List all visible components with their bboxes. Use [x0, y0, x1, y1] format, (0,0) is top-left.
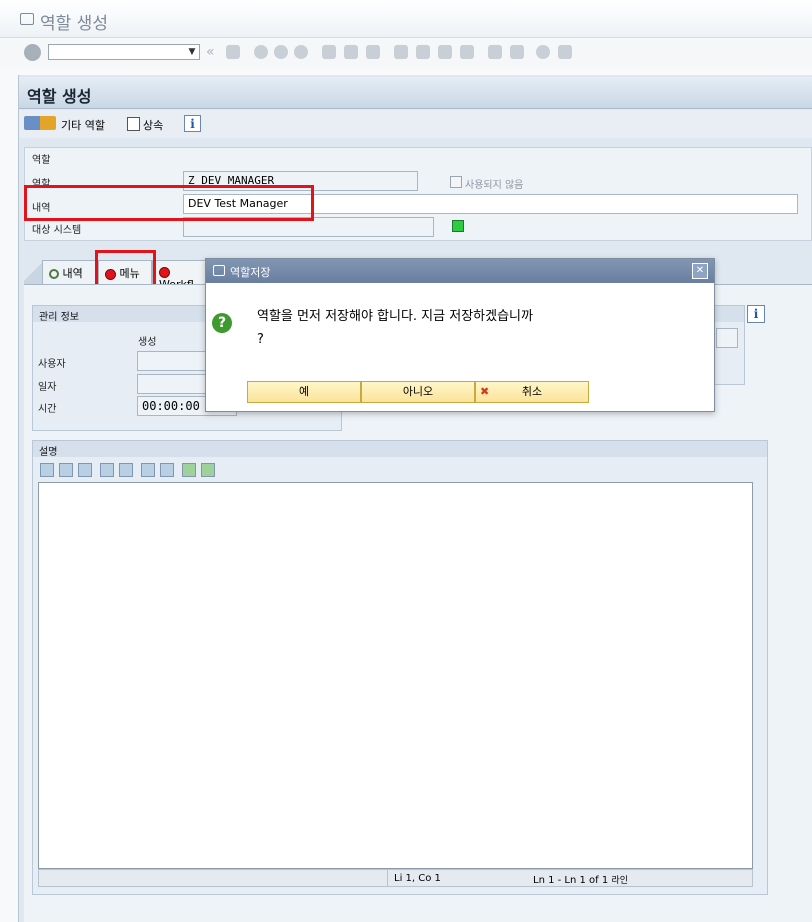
- last-page-icon[interactable]: [460, 45, 474, 59]
- line-info: Ln 1 - Ln 1 of 1 라인: [533, 873, 628, 886]
- header-section-label: 역할: [32, 155, 51, 166]
- target-system-label: 대상 시스템: [32, 225, 82, 236]
- find-next-icon[interactable]: [366, 45, 380, 59]
- status-divider: [387, 869, 388, 887]
- change-field: [716, 328, 738, 348]
- page-title: 역할 생성: [27, 87, 92, 106]
- unused-label: 사용되지 않음: [465, 180, 524, 191]
- red-status-icon: [159, 266, 170, 278]
- prev-page-icon[interactable]: [416, 45, 430, 59]
- cursor-position: Li 1, Co 1: [394, 873, 441, 884]
- tab-strip-edge: [24, 260, 42, 284]
- import-icon[interactable]: [182, 463, 196, 477]
- dialog-message-line1: 역할을 먼저 저장해야 합니다. 지금 저장하겠습니까: [257, 309, 533, 324]
- window-titlebar: [0, 0, 812, 38]
- date-label: 일자: [38, 382, 57, 393]
- unused-checkbox[interactable]: [450, 176, 462, 188]
- replace-icon[interactable]: [160, 463, 174, 477]
- app-title-bar: 역할 생성: [19, 77, 812, 109]
- cut-icon[interactable]: [40, 463, 54, 477]
- time-label: 시간: [38, 404, 57, 415]
- user-label: 사용자: [38, 359, 66, 370]
- exit-icon: [20, 13, 34, 25]
- shortcut-icon[interactable]: [510, 45, 524, 59]
- magnifier-icon: [49, 269, 59, 279]
- paste-icon[interactable]: [78, 463, 92, 477]
- no-button[interactable]: 아니오: [361, 381, 475, 403]
- cancel-label: 취소: [521, 385, 543, 398]
- description-title: 설명: [33, 441, 767, 458]
- tab-description-label: 내역: [62, 267, 83, 280]
- tab-description[interactable]: 내역: [42, 260, 98, 284]
- cancel-x-icon: ✖: [480, 385, 490, 398]
- export-icon[interactable]: [201, 463, 215, 477]
- change-info-header: [711, 306, 744, 322]
- tab-workflow[interactable]: Workfl: [152, 260, 208, 291]
- exit-nav-icon[interactable]: [274, 45, 288, 59]
- find-icon[interactable]: [141, 463, 155, 477]
- inherit-icon: [127, 117, 140, 131]
- cancel-button[interactable]: ✖ 취소: [475, 381, 589, 403]
- enter-icon[interactable]: [24, 44, 41, 61]
- command-field[interactable]: ▼: [48, 44, 200, 60]
- dialog-exit-icon: [213, 265, 225, 276]
- inherit-button[interactable]: 상속: [143, 117, 163, 133]
- close-icon[interactable]: ✕: [692, 263, 708, 279]
- line-unit: 라인: [611, 876, 628, 886]
- help-icon[interactable]: [536, 45, 550, 59]
- undo-icon[interactable]: [100, 463, 114, 477]
- save-icon[interactable]: [226, 45, 240, 59]
- question-icon: ?: [212, 313, 232, 333]
- other-role-button[interactable]: 기타 역할: [61, 117, 105, 133]
- info-icon[interactable]: i: [747, 305, 765, 323]
- back-icon[interactable]: [254, 45, 268, 59]
- dialog-title: 역할저장: [230, 266, 271, 279]
- dialog-message-line2: ?: [257, 332, 264, 347]
- info-icon[interactable]: i: [184, 115, 201, 132]
- history-icon: «: [206, 44, 215, 60]
- chevron-down-icon[interactable]: ▼: [185, 45, 199, 59]
- redo-icon[interactable]: [119, 463, 133, 477]
- new-session-icon[interactable]: [488, 45, 502, 59]
- description-editor[interactable]: [38, 482, 753, 869]
- status-indicator: [452, 220, 464, 232]
- highlight-desc: [24, 185, 314, 221]
- next-page-icon[interactable]: [438, 45, 452, 59]
- other-role-icon: [24, 116, 56, 130]
- window-title: 역할 생성: [40, 14, 108, 34]
- line-count: Ln 1 - Ln 1 of 1: [533, 875, 609, 886]
- first-page-icon[interactable]: [394, 45, 408, 59]
- created-column-label: 생성: [138, 337, 157, 348]
- copy-icon[interactable]: [59, 463, 73, 477]
- find-icon[interactable]: [344, 45, 358, 59]
- dialog-titlebar[interactable]: 역할저장 ✕: [206, 259, 714, 283]
- print-icon[interactable]: [322, 45, 336, 59]
- layout-icon[interactable]: [558, 45, 572, 59]
- yes-button[interactable]: 예: [247, 381, 361, 403]
- cancel-nav-icon[interactable]: [294, 45, 308, 59]
